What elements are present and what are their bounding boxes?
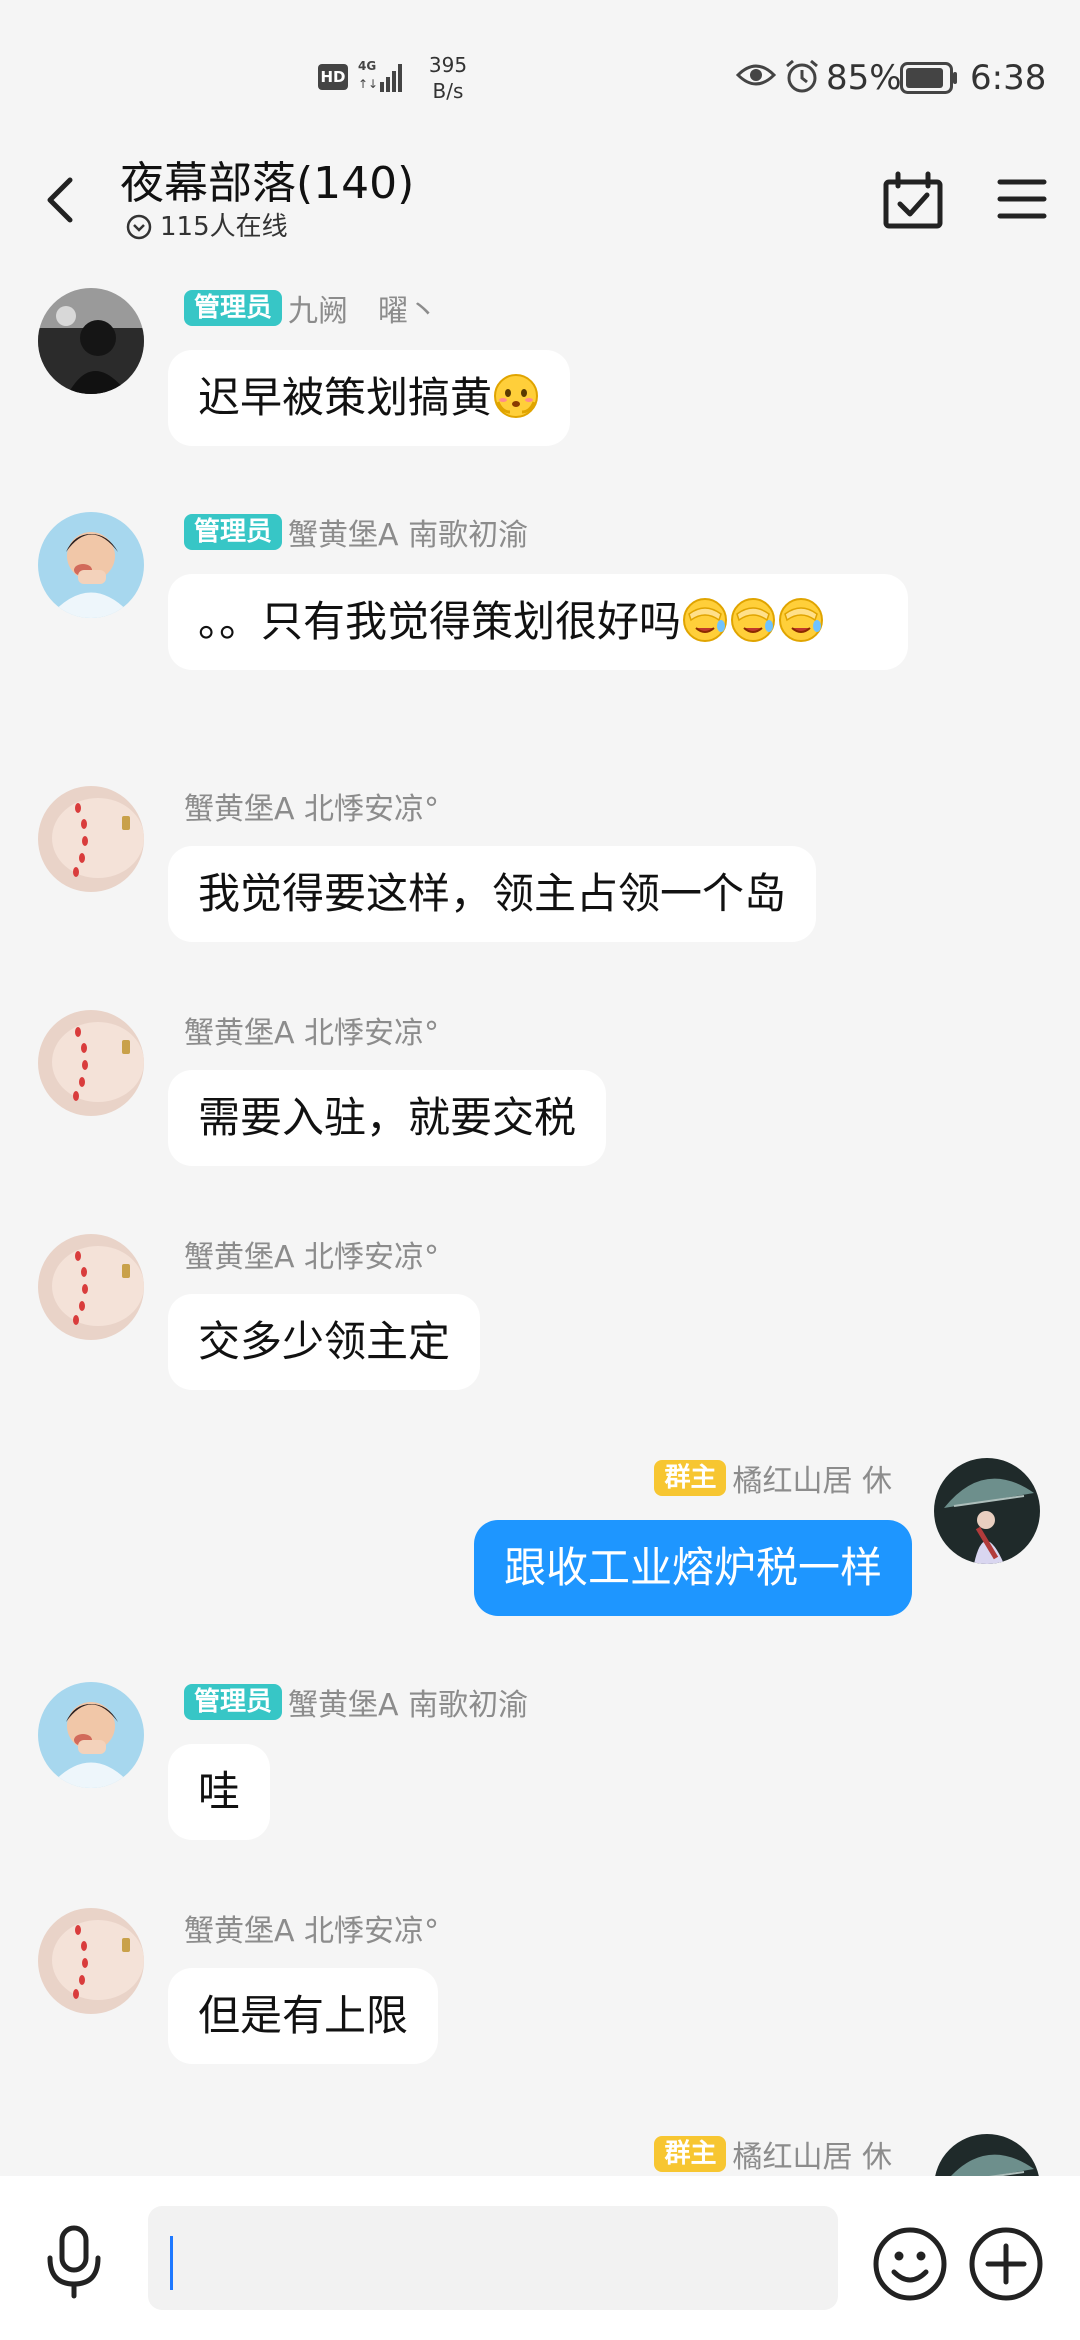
admin-badge: 管理员 xyxy=(184,1684,283,1720)
facepalm-emoji xyxy=(729,596,777,644)
message-bubble[interactable]: 哇 xyxy=(168,1744,271,1840)
sender-line: 蟹黄堡A 北悸安凉° xyxy=(184,1906,439,1950)
sender-name[interactable]: 蟹黄堡A 北悸安凉° xyxy=(184,1008,439,1052)
eye-comfort-icon xyxy=(736,64,776,86)
message-bubble[interactable]: 迟早被策划搞黄 xyxy=(168,350,571,446)
sender-line: 蟹黄堡A 北悸安凉° xyxy=(184,784,439,828)
sender-name[interactable]: 橘红山居 休 xyxy=(732,1456,892,1500)
chat-header: 夜幕部落(140) 115人在线 xyxy=(0,150,1080,260)
message-bubble[interactable]: 交多少领主定 xyxy=(168,1294,481,1390)
owner-badge: 群主 xyxy=(654,1460,727,1496)
message-text: 哇 xyxy=(198,1767,241,1816)
hand-photo-avatar xyxy=(38,786,144,892)
message-input[interactable] xyxy=(148,2206,838,2310)
sender-avatar[interactable] xyxy=(38,1682,144,1788)
sender-avatar[interactable] xyxy=(38,1908,144,2014)
chat-screen: HD 4G ↑↓ 395 B/s 85% 6:38 夜幕部落(140) 115人… xyxy=(0,0,1080,2340)
net-speed: 395 B/s xyxy=(418,52,478,104)
network-label: 4G xyxy=(358,59,376,73)
sender-name[interactable]: 蟹黄堡A 北悸安凉° xyxy=(184,784,439,828)
message-bubble[interactable]: 但是有上限 xyxy=(168,1968,439,2064)
admin-badge: 管理员 xyxy=(184,290,283,326)
alarm-icon xyxy=(786,59,818,93)
sender-line: 管理员 蟹黄堡A 南歌初渝 xyxy=(184,1680,528,1724)
signal-icon: 4G ↑↓ xyxy=(358,59,402,92)
message-bubble[interactable]: 我觉得要这样，领主占领一个岛 xyxy=(168,846,817,942)
my-avatar[interactable] xyxy=(934,1458,1040,1564)
hand-photo-avatar xyxy=(38,1234,144,1340)
back-arrow-icon[interactable] xyxy=(36,170,84,230)
microphone-icon[interactable] xyxy=(42,2224,106,2300)
facepalm-emoji xyxy=(777,596,825,644)
net-speed-value: 395 xyxy=(428,53,468,77)
status-bar: HD 4G ↑↓ 395 B/s 85% 6:38 xyxy=(0,0,1080,150)
message-text: 交多少领主定 xyxy=(198,1317,451,1366)
svg-text:↑↓: ↑↓ xyxy=(358,77,378,91)
hand-photo-avatar xyxy=(38,1908,144,2014)
sender-avatar[interactable] xyxy=(38,1010,144,1116)
facepalm-emoji xyxy=(681,596,729,644)
battery-percent: 85% xyxy=(826,58,902,98)
message-bubble[interactable]: 。。只有我觉得策划很好吗 xyxy=(168,574,908,670)
group-title[interactable]: 夜幕部落(140) xyxy=(120,156,414,212)
sender-name[interactable]: 蟹黄堡A 北悸安凉° xyxy=(184,1906,439,1950)
battery-icon xyxy=(900,62,957,94)
sender-avatar[interactable] xyxy=(38,1234,144,1340)
sender-name[interactable]: 橘红山居 休 xyxy=(732,2132,892,2176)
message-bubble[interactable]: 需要入驻，就要交税 xyxy=(168,1070,607,1166)
emoji-smile-icon[interactable] xyxy=(872,2226,948,2302)
my-message-bubble[interactable]: 跟收工业熔炉税一样 xyxy=(473,1520,912,1616)
plus-icon[interactable] xyxy=(968,2226,1044,2302)
net-speed-unit: B/s xyxy=(432,79,464,103)
online-count[interactable]: 115人在线 xyxy=(126,210,288,244)
owner-badge: 群主 xyxy=(654,2136,727,2172)
sender-avatar[interactable] xyxy=(38,288,144,394)
sender-avatar[interactable] xyxy=(38,786,144,892)
sender-name[interactable]: 九阙 曜丶 xyxy=(288,286,438,330)
dark-photo-avatar xyxy=(38,288,144,394)
sender-line: 蟹黄堡A 北悸安凉° xyxy=(184,1232,439,1276)
sender-line: 群主 橘红山居 休 xyxy=(654,1456,892,1500)
hd-indicator: HD xyxy=(318,64,348,90)
message-text: 。。只有我觉得策划很好吗 xyxy=(198,597,682,646)
clock: 6:38 xyxy=(970,58,1047,98)
message-text: 但是有上限 xyxy=(198,1991,409,2040)
boy-photo-avatar xyxy=(38,512,144,618)
message-text: 跟收工业熔炉税一样 xyxy=(503,1543,882,1592)
hand-photo-avatar xyxy=(38,1010,144,1116)
sender-name[interactable]: 蟹黄堡A 北悸安凉° xyxy=(184,1232,439,1276)
boy-photo-avatar xyxy=(38,1682,144,1788)
sender-avatar[interactable] xyxy=(38,512,144,618)
umbrella-photo-avatar xyxy=(934,1458,1040,1564)
message-text: 迟早被策划搞黄 xyxy=(198,373,493,422)
sender-line: 管理员 蟹黄堡A 南歌初渝 xyxy=(184,510,528,554)
text-caret xyxy=(170,2236,173,2290)
message-text: 需要入驻，就要交税 xyxy=(198,1093,577,1142)
online-count-text: 115人在线 xyxy=(160,212,288,242)
sender-name[interactable]: 蟹黄堡A 南歌初渝 xyxy=(288,1680,528,1724)
calendar-check-icon[interactable] xyxy=(882,170,944,232)
menu-icon[interactable] xyxy=(994,174,1050,224)
input-bar xyxy=(0,2176,1080,2340)
admin-badge: 管理员 xyxy=(184,514,283,550)
sender-name[interactable]: 蟹黄堡A 南歌初渝 xyxy=(288,510,528,554)
online-check-icon xyxy=(126,214,152,240)
message-text: 我觉得要这样，领主占领一个岛 xyxy=(198,869,787,918)
sender-line: 群主 橘红山居 休 xyxy=(654,2132,892,2176)
sender-line: 蟹黄堡A 北悸安凉° xyxy=(184,1008,439,1052)
sender-line: 管理员 九阙 曜丶 xyxy=(184,286,438,330)
blush-emoji xyxy=(492,372,540,420)
